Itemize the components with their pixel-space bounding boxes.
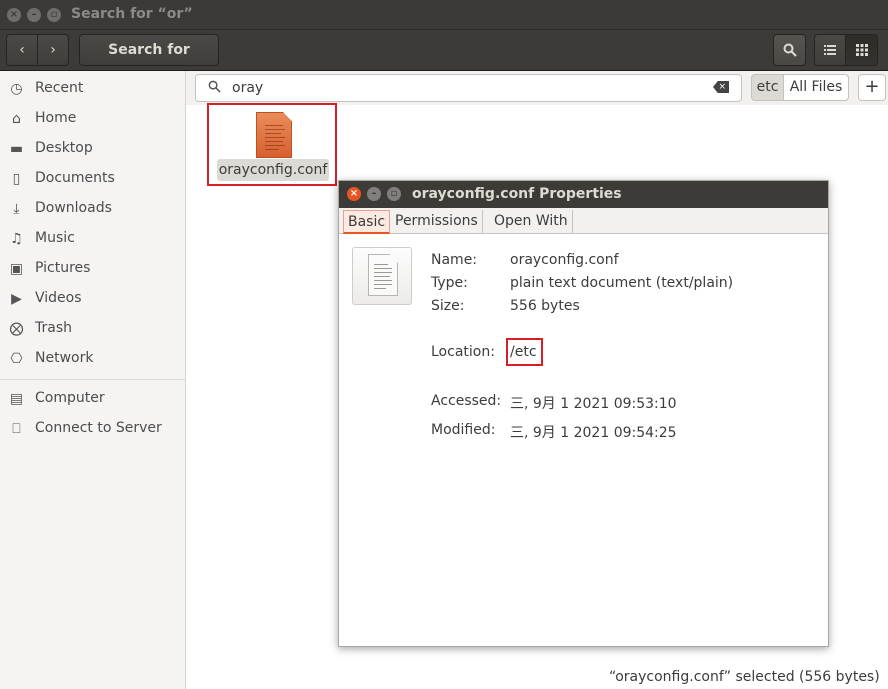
places-sidebar: ◷ Recent ⌂ Home ▬ Desktop ▯ Documents ⤓ Downl… — [0, 71, 186, 689]
tab-basic[interactable]: Basic — [343, 210, 391, 234]
download-icon: ⤓ — [13, 201, 20, 217]
type-value: plain text document (text/plain) — [510, 275, 734, 291]
sidebar-item-connect-to-server[interactable]: ⎕ Connect to Server — [0, 414, 185, 444]
header-bar: ‹ › Search for “oray” — [0, 30, 888, 88]
sidebar-item-label: Downloads — [35, 200, 112, 216]
add-search-criteria-button[interactable]: + — [858, 74, 886, 101]
music-icon: ♫ — [10, 231, 23, 247]
sidebar-item-network[interactable]: ⎔ Network — [0, 344, 185, 374]
computer-icon: ▤ — [9, 391, 24, 407]
properties-dialog: × – ▫ orayconfig.conf Properties Basic P… — [338, 180, 829, 647]
search-icon — [783, 43, 797, 57]
search-icon — [208, 80, 221, 97]
home-icon: ⌂ — [12, 111, 21, 127]
chevron-left-icon: ‹ — [19, 42, 25, 58]
sidebar-item-videos[interactable]: ▶ Videos — [0, 284, 185, 314]
dialog-titlebar: × – ▫ orayconfig.conf Properties — [339, 181, 828, 208]
search-toggle-button[interactable] — [773, 34, 806, 66]
modified-label: Modified: — [431, 422, 496, 438]
sidebar-item-label: Pictures — [35, 260, 91, 276]
dialog-title: orayconfig.conf Properties — [412, 186, 622, 202]
sidebar-item-label: Recent — [35, 80, 84, 96]
sidebar-item-label: Music — [35, 230, 75, 246]
list-view-button[interactable] — [814, 34, 846, 66]
name-label: Name: — [431, 252, 478, 268]
location-highlight — [506, 338, 543, 366]
sidebar-item-downloads[interactable]: ⤓ Downloads — [0, 194, 185, 224]
scope-current-folder-button[interactable]: etc — [751, 74, 784, 101]
trash-icon: ⨂ — [9, 321, 24, 337]
sidebar-item-label: Connect to Server — [35, 420, 162, 436]
sidebar-item-home[interactable]: ⌂ Home — [0, 104, 185, 134]
sidebar-item-label: Documents — [35, 170, 115, 186]
sidebar-item-desktop[interactable]: ▬ Desktop — [0, 134, 185, 164]
close-window-button[interactable]: × — [7, 8, 21, 22]
modified-value: 三, 9月 1 2021 09:54:25 — [510, 425, 677, 441]
path-bar-button[interactable]: Search for “oray” — [79, 34, 219, 88]
sidebar-separator — [0, 379, 185, 380]
size-value: 556 bytes — [510, 298, 580, 314]
maximize-window-button[interactable]: ▫ — [47, 8, 61, 22]
chevron-right-icon: › — [50, 42, 56, 58]
status-text: “orayconfig.conf” selected (556 bytes) — [609, 669, 880, 685]
type-label: Type: — [431, 275, 468, 291]
location-label: Location: — [431, 344, 495, 360]
grid-view-icon — [855, 44, 868, 56]
size-label: Size: — [431, 298, 465, 314]
document-icon: ▯ — [12, 171, 21, 187]
file-item[interactable]: orayconfig.conf — [207, 103, 337, 186]
grid-view-button[interactable] — [845, 34, 878, 66]
search-input[interactable]: oray × — [195, 74, 742, 102]
dialog-minimize-button[interactable]: – — [367, 187, 381, 201]
accessed-value: 三, 9月 1 2021 09:53:10 — [510, 396, 677, 412]
dialog-close-button[interactable]: × — [347, 187, 361, 201]
sidebar-item-label: Videos — [35, 290, 82, 306]
clock-icon: ◷ — [10, 81, 23, 97]
back-button[interactable]: ‹ — [6, 34, 38, 66]
sidebar-item-recent[interactable]: ◷ Recent — [0, 74, 185, 104]
sidebar-item-documents[interactable]: ▯ Documents — [0, 164, 185, 194]
sidebar-item-label: Desktop — [35, 140, 93, 156]
sidebar-item-label: Computer — [35, 390, 105, 406]
text-file-icon — [256, 112, 292, 158]
dialog-body: Name: orayconfig.conf Type: plain text d… — [339, 234, 828, 646]
sidebar-item-label: Home — [35, 110, 77, 126]
search-query: oray — [232, 80, 264, 96]
tab-open-with[interactable]: Open With — [490, 210, 573, 234]
sidebar-item-label: Trash — [35, 320, 72, 336]
accessed-label: Accessed: — [431, 393, 502, 409]
sidebar-item-trash[interactable]: ⨂ Trash — [0, 314, 185, 344]
search-bar: oray × etc All Files + — [186, 71, 888, 105]
sidebar-item-label: Network — [35, 350, 94, 366]
tab-permissions[interactable]: Permissions — [391, 210, 483, 234]
dialog-tabs: Basic Permissions Open With — [339, 208, 828, 234]
sidebar-item-music[interactable]: ♫ Music — [0, 224, 185, 254]
file-type-icon — [352, 247, 412, 305]
server-icon: ⎕ — [12, 421, 21, 437]
minimize-window-button[interactable]: – — [27, 8, 41, 22]
file-name-label: orayconfig.conf — [217, 159, 329, 181]
window-titlebar: × – ▫ Search for “or” — [0, 0, 888, 30]
window-title: Search for “or” — [71, 6, 193, 22]
dialog-maximize-button[interactable]: ▫ — [387, 187, 401, 201]
plus-icon: + — [864, 76, 880, 97]
video-icon: ▶ — [11, 291, 22, 307]
scope-all-files-button[interactable]: All Files — [783, 74, 849, 101]
forward-button[interactable]: › — [37, 34, 69, 66]
camera-icon: ▣ — [9, 261, 24, 277]
list-view-icon — [824, 45, 836, 55]
sidebar-item-computer[interactable]: ▤ Computer — [0, 384, 185, 414]
clear-search-icon[interactable]: × — [713, 81, 729, 93]
network-icon: ⎔ — [10, 351, 23, 367]
sidebar-item-pictures[interactable]: ▣ Pictures — [0, 254, 185, 284]
folder-icon: ▬ — [9, 141, 24, 157]
name-value: orayconfig.conf — [510, 252, 619, 268]
